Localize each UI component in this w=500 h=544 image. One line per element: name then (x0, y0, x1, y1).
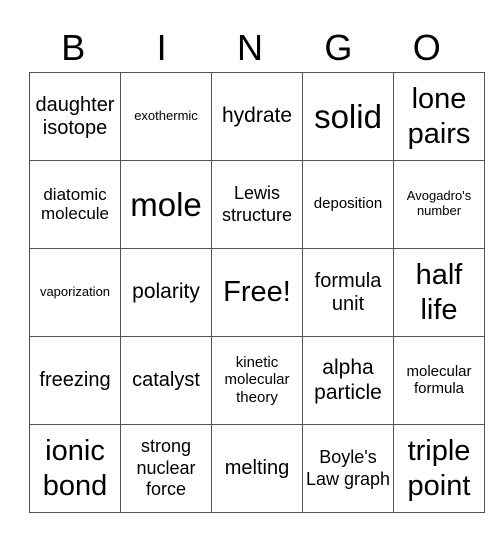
bingo-cell[interactable]: kinetic molecular theory (211, 336, 303, 425)
bingo-cell[interactable]: exothermic (120, 72, 212, 161)
bingo-cell[interactable]: Lewis structure (211, 160, 303, 249)
cell-text: Avogadro's number (406, 187, 472, 218)
grid-row: ionic bond strong nuclear force melting … (29, 424, 485, 513)
bingo-cell[interactable]: catalyst (120, 336, 212, 425)
cell-text: deposition (313, 195, 383, 213)
cell-text: vaporization (39, 284, 111, 300)
cell-text: freezing (39, 369, 111, 391)
bingo-cell[interactable]: alpha particle (302, 336, 394, 425)
bingo-cell[interactable]: melting (211, 424, 303, 513)
cell-text: triple point (407, 434, 471, 502)
cell-text: Boyle's Law graph (305, 446, 391, 489)
grid-row: vaporization polarity Free! formula unit… (29, 248, 485, 337)
bingo-cell[interactable]: half life (393, 248, 485, 337)
bingo-cell[interactable]: strong nuclear force (120, 424, 212, 513)
cell-text: polarity (132, 280, 200, 304)
cell-text: formula unit (314, 269, 382, 315)
cell-text: strong nuclear force (136, 436, 196, 500)
bingo-cell[interactable]: formula unit (302, 248, 394, 337)
free-space-text: Free! (223, 276, 291, 309)
bingo-cell[interactable]: deposition (302, 160, 394, 249)
bingo-cell[interactable]: lone pairs (393, 72, 485, 161)
cell-text: Lewis structure (221, 182, 293, 225)
header-letter-b: B (61, 27, 86, 68)
bingo-cell[interactable]: Boyle's Law graph (302, 424, 394, 513)
cell-text: diatomic molecule (40, 184, 110, 224)
free-space-cell[interactable]: Free! (211, 248, 303, 337)
cell-text: half life (415, 258, 463, 326)
bingo-cell[interactable]: ionic bond (29, 424, 121, 513)
bingo-cell[interactable]: triple point (393, 424, 485, 513)
grid-row: daughter isotope exothermic hydrate soli… (29, 72, 485, 161)
bingo-cell[interactable]: molecular formula (393, 336, 485, 425)
bingo-card: B I N G O daughter isotope exothermic hy… (29, 0, 485, 513)
bingo-cell[interactable]: Avogadro's number (393, 160, 485, 249)
header-letter-i: I (156, 27, 167, 68)
bingo-cell[interactable]: vaporization (29, 248, 121, 337)
header-letter-g: G (324, 27, 353, 68)
cell-text: mole (130, 185, 202, 223)
bingo-cell[interactable]: hydrate (211, 72, 303, 161)
bingo-cell[interactable]: mole (120, 160, 212, 249)
grid-row: freezing catalyst kinetic molecular theo… (29, 336, 485, 425)
grid-row: diatomic molecule mole Lewis structure d… (29, 160, 485, 249)
cell-text: ionic bond (42, 434, 108, 502)
cell-text: catalyst (132, 369, 200, 391)
bingo-grid: daughter isotope exothermic hydrate soli… (29, 72, 485, 513)
bingo-cell[interactable]: daughter isotope (29, 72, 121, 161)
bingo-cell[interactable]: freezing (29, 336, 121, 425)
cell-text: exothermic (134, 108, 198, 124)
bingo-cell[interactable]: solid (302, 72, 394, 161)
cell-text: kinetic molecular theory (224, 354, 290, 406)
cell-text: molecular formula (406, 362, 472, 397)
cell-text: solid (314, 97, 382, 135)
bingo-header: B I N G O (29, 0, 471, 72)
bingo-cell[interactable]: diatomic molecule (29, 160, 121, 249)
header-letter-n: N (236, 27, 263, 68)
header-letter-o: O (412, 27, 441, 68)
cell-text: lone pairs (407, 82, 471, 150)
cell-text: hydrate (221, 104, 293, 128)
cell-text: alpha particle (314, 356, 382, 404)
cell-text: melting (224, 457, 290, 479)
bingo-cell[interactable]: polarity (120, 248, 212, 337)
cell-text: daughter isotope (35, 93, 115, 139)
